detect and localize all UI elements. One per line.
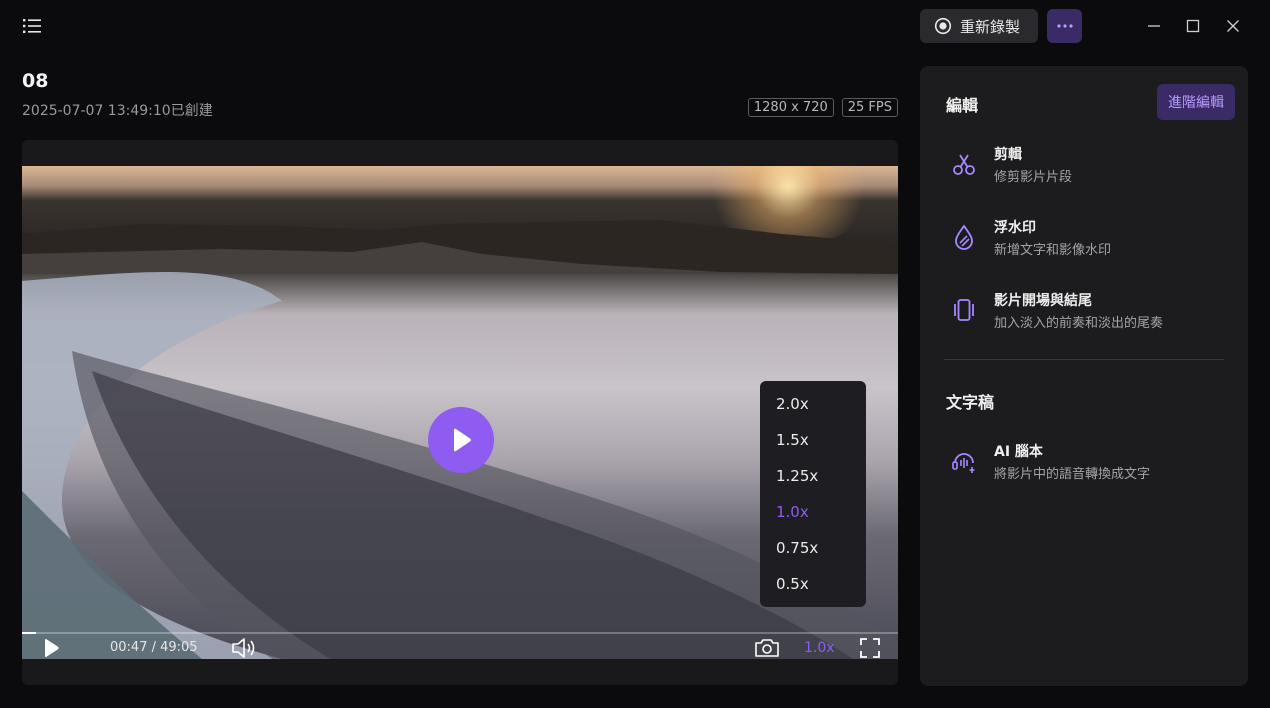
playback-speed-button[interactable]: 1.0x xyxy=(804,640,835,656)
fps-badge: 25 FPS xyxy=(841,98,898,117)
maximize-icon xyxy=(1186,19,1200,33)
speed-option[interactable]: 0.75x xyxy=(760,530,866,566)
player-control-bar: 00:47 / 49:05 1.0x xyxy=(22,630,898,666)
panel-divider xyxy=(944,359,1224,360)
video-info-badges: 1280 x 720 25 FPS xyxy=(747,98,898,117)
list-menu-icon xyxy=(23,19,41,33)
speed-option[interactable]: 1.25x xyxy=(760,458,866,494)
scissors-icon xyxy=(953,154,975,175)
camera-icon xyxy=(755,639,779,657)
play-button[interactable] xyxy=(42,638,60,662)
fullscreen-icon xyxy=(860,638,880,658)
more-dots-icon xyxy=(1056,24,1073,28)
tool-watermark[interactable]: 浮水印 新增文字和影像水印 xyxy=(946,213,1236,265)
watermark-drop-icon xyxy=(955,224,973,250)
tool-name: 剪輯 xyxy=(994,147,1022,163)
ai-transcript-icon xyxy=(952,453,975,473)
screenshot-button[interactable] xyxy=(753,636,781,664)
tool-trim[interactable]: 剪輯 修剪影片片段 xyxy=(946,140,1236,192)
playback-speed-menu: 2.0x 1.5x 1.25x 1.0x 0.75x 0.5x xyxy=(760,381,866,607)
resolution-badge: 1280 x 720 xyxy=(747,98,834,117)
advanced-edit-button[interactable]: 進階編輯 xyxy=(1157,84,1235,120)
play-icon xyxy=(454,428,471,452)
transcript-heading: 文字稿 xyxy=(946,393,995,412)
tool-name: 影片開場與結尾 xyxy=(994,293,1092,309)
close-button[interactable] xyxy=(1222,15,1244,37)
speed-option[interactable]: 0.5x xyxy=(760,566,866,602)
speaker-icon xyxy=(232,638,255,658)
tool-name: AI 腦本 xyxy=(994,444,1043,460)
tool-description: 將影片中的語音轉換成文字 xyxy=(994,467,1151,482)
video-title: 08 xyxy=(22,70,49,92)
more-options-button[interactable] xyxy=(1047,9,1082,43)
edit-heading: 編輯 xyxy=(946,96,979,115)
play-icon xyxy=(45,639,59,657)
time-display: 00:47 / 49:05 xyxy=(110,640,198,655)
tool-description: 加入淡入的前奏和淡出的尾奏 xyxy=(994,316,1164,331)
minimize-icon xyxy=(1148,25,1160,27)
tool-intro-outro[interactable]: 影片開場與結尾 加入淡入的前奏和淡出的尾奏 xyxy=(946,286,1236,338)
minimize-button[interactable] xyxy=(1143,15,1165,37)
re-record-label: 重新錄製 xyxy=(960,17,1021,36)
speed-option-selected[interactable]: 1.0x xyxy=(760,494,866,530)
maximize-button[interactable] xyxy=(1182,15,1204,37)
speed-option[interactable]: 1.5x xyxy=(760,422,866,458)
re-record-button[interactable]: 重新錄製 xyxy=(920,9,1038,43)
intro-outro-icon xyxy=(954,299,974,321)
created-timestamp: 2025-07-07 13:49:10已創建 xyxy=(22,103,213,119)
speed-option[interactable]: 2.0x xyxy=(760,386,866,422)
center-play-button[interactable] xyxy=(428,407,494,473)
edit-panel: 編輯 進階編輯 剪輯 修剪影片片段 浮水印 新增文字和影像水印 影片開場與結尾 … xyxy=(920,66,1248,686)
close-icon xyxy=(1227,20,1239,32)
record-icon xyxy=(934,17,952,35)
tool-description: 修剪影片片段 xyxy=(994,170,1073,185)
tool-name: 浮水印 xyxy=(994,220,1036,236)
tool-ai-transcript[interactable]: AI 腦本 將影片中的語音轉換成文字 xyxy=(946,437,1236,489)
volume-button[interactable] xyxy=(230,636,258,664)
fullscreen-button[interactable] xyxy=(858,636,882,664)
tool-description: 新增文字和影像水印 xyxy=(994,243,1112,258)
menu-button[interactable] xyxy=(22,16,42,36)
